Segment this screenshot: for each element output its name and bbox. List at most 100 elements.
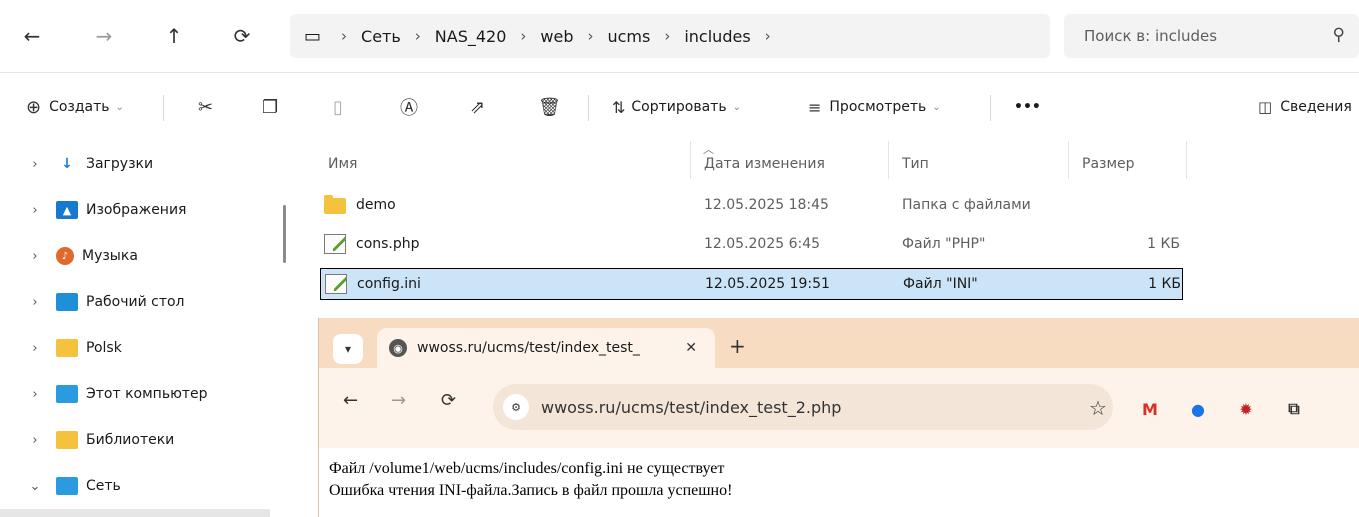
site-info-icon[interactable]: ⚙ — [503, 394, 529, 420]
column-divider[interactable] — [1186, 141, 1187, 179]
file-name: config.ini — [357, 276, 421, 292]
extension-bug-icon[interactable]: ✹ — [1235, 398, 1257, 420]
breadcrumb-includes[interactable]: includes — [684, 27, 750, 46]
file-date: 12.05.2025 6:45 — [704, 236, 821, 252]
sidebar-item-music[interactable]: › ♪ Музыка — [0, 233, 270, 279]
scissors-icon: ✂ — [198, 96, 214, 118]
error-line-2: Ошибка чтения INI-файла.Запись в файл пр… — [329, 482, 733, 499]
reload-button[interactable]: ⟳ — [441, 390, 456, 411]
file-explorer-window: ← → ↑ ⟳ ▭ › Сеть › NAS_420 › web › ucms … — [0, 0, 1359, 517]
chevron-down-icon: ⌄ — [115, 101, 124, 113]
url-bar[interactable]: ⚙ wwoss.ru/ucms/test/index_test_2.php — [493, 384, 1113, 430]
back-button[interactable]: ← — [343, 390, 358, 411]
bookmark-star-icon[interactable]: ☆ — [1089, 396, 1107, 420]
copy-icon: ❐ — [262, 96, 279, 118]
chevron-right-icon[interactable]: › — [765, 27, 771, 45]
breadcrumb-web[interactable]: web — [540, 27, 573, 46]
back-button[interactable]: ← — [18, 22, 46, 50]
music-icon: ♪ — [56, 247, 74, 265]
sidebar-item-label: Загрузки — [86, 156, 154, 172]
sidebar-item-desktop[interactable]: › Рабочий стол — [0, 279, 270, 325]
sidebar-item-downloads[interactable]: › ↓ Загрузки — [0, 141, 270, 187]
file-date: 12.05.2025 18:45 — [704, 197, 829, 213]
forward-button[interactable]: → — [90, 22, 118, 50]
share-button[interactable]: ⇗ — [470, 91, 485, 123]
column-header-type[interactable]: Тип — [902, 149, 929, 179]
file-type: Папка с файлами — [902, 197, 1031, 213]
file-size: 1 КБ — [1148, 276, 1181, 292]
breadcrumb-ucms[interactable]: ucms — [607, 27, 650, 46]
chevron-right-icon[interactable]: › — [20, 249, 50, 264]
chevron-right-icon[interactable]: › — [20, 433, 50, 448]
copy-button[interactable]: ❐ — [262, 91, 278, 123]
tab-search-button[interactable]: ▾ — [333, 334, 363, 364]
search-input[interactable]: Поиск в: includes ⚲ — [1064, 14, 1359, 58]
chevron-right-icon: › — [414, 27, 421, 45]
sidebar-item-libraries[interactable]: › Библиотеки — [0, 417, 270, 463]
new-tab-button[interactable]: + — [729, 334, 746, 358]
chevron-down-icon: ⌄ — [932, 101, 941, 113]
column-divider[interactable] — [690, 141, 691, 179]
sidebar-item-polsk[interactable]: › Polsk — [0, 325, 270, 371]
delete-button[interactable]: 🗑 — [538, 91, 561, 123]
chevron-right-icon[interactable]: › — [20, 387, 50, 402]
sidebar-item-selected-partial[interactable] — [0, 509, 270, 517]
column-header-date[interactable]: Дата изменения — [704, 149, 825, 179]
refresh-button[interactable]: ⟳ — [228, 22, 256, 50]
navigation-pane: › ↓ Загрузки › ▲ Изображения › ♪ Музыка … — [0, 141, 290, 517]
create-label: Создать — [49, 99, 110, 115]
computer-icon — [56, 385, 78, 403]
chevron-right-icon[interactable]: › — [20, 157, 50, 172]
search-placeholder: Поиск в: includes — [1084, 27, 1218, 45]
address-bar[interactable]: ▭ › Сеть › NAS_420 › web › ucms › includ… — [290, 14, 1050, 58]
divider — [163, 95, 164, 121]
column-header-name[interactable]: Имя — [328, 149, 357, 179]
chevron-right-icon[interactable]: › — [20, 203, 50, 218]
sidebar-item-network[interactable]: ⌄ Сеть — [0, 463, 270, 509]
file-row-selected[interactable]: config.ini 12.05.2025 19:51 Файл "INI" 1… — [320, 268, 1183, 300]
chevron-right-icon[interactable]: › — [20, 341, 50, 356]
more-button[interactable]: ••• — [1014, 91, 1041, 123]
file-row[interactable]: cons.php 12.05.2025 6:45 Файл "PHP" 1 КБ — [320, 229, 1183, 261]
tab-strip: ▾ ◉ wwoss.ru/ucms/test/index_test_ ✕ + — [319, 318, 1359, 368]
details-button[interactable]: ◫ Сведения — [1258, 91, 1352, 123]
gmail-icon[interactable]: M — [1139, 398, 1161, 420]
globe-icon: ◉ — [389, 339, 407, 357]
sidebar-item-label: Polsk — [86, 340, 122, 356]
sidebar-item-label: Рабочий стол — [86, 294, 185, 310]
browser-toolbar: ← → ⟳ ⚙ wwoss.ru/ucms/test/index_test_2.… — [319, 368, 1359, 448]
more-icon: ••• — [1014, 99, 1041, 115]
browser-tab-active[interactable]: ◉ wwoss.ru/ucms/test/index_test_ ✕ — [377, 328, 715, 368]
create-button[interactable]: ⊕ Создать ⌄ — [26, 91, 124, 123]
breadcrumb-nas[interactable]: NAS_420 — [435, 27, 507, 46]
file-list: ︿ Имя Дата изменения Тип Размер demo 12.… — [290, 141, 1359, 317]
chat-icon[interactable]: ● — [1187, 398, 1209, 420]
trash-icon: 🗑 — [538, 96, 561, 118]
forward-button[interactable]: → — [391, 390, 406, 411]
chevron-right-icon[interactable]: › — [20, 295, 50, 310]
sidebar-item-pictures[interactable]: › ▲ Изображения — [0, 187, 270, 233]
view-label: Просмотреть — [829, 99, 927, 115]
column-header-size[interactable]: Размер — [1082, 149, 1135, 179]
column-divider[interactable] — [1068, 141, 1069, 179]
view-button[interactable]: ≡ Просмотреть ⌄ — [808, 91, 941, 123]
file-type: Файл "INI" — [903, 276, 978, 292]
plus-circle-icon: ⊕ — [26, 96, 42, 118]
extensions-puzzle-icon[interactable]: ⧉ — [1283, 398, 1305, 420]
column-divider[interactable] — [888, 141, 889, 179]
rename-button[interactable]: Ⓐ — [400, 91, 418, 123]
paste-button[interactable]: ▯ — [333, 91, 343, 123]
file-row[interactable]: demo 12.05.2025 18:45 Папка с файлами — [320, 190, 1183, 222]
chevron-down-icon[interactable]: ⌄ — [20, 479, 50, 494]
browser-window: ▾ ◉ wwoss.ru/ucms/test/index_test_ ✕ + ←… — [318, 318, 1359, 517]
sidebar-item-this-pc[interactable]: › Этот компьютер — [0, 371, 270, 417]
close-icon[interactable]: ✕ — [685, 340, 697, 356]
breadcrumb-network[interactable]: Сеть — [361, 27, 401, 46]
file-name: cons.php — [356, 236, 420, 252]
sort-icon: ⇅ — [612, 97, 626, 117]
cut-button[interactable]: ✂ — [198, 91, 213, 123]
up-button[interactable]: ↑ — [160, 22, 188, 50]
sidebar-scrollbar[interactable] — [283, 205, 286, 263]
sort-button[interactable]: ⇅ Сортировать ⌄ — [612, 91, 741, 123]
page-content: Файл /volume1/web/ucms/includes/config.i… — [329, 458, 732, 502]
